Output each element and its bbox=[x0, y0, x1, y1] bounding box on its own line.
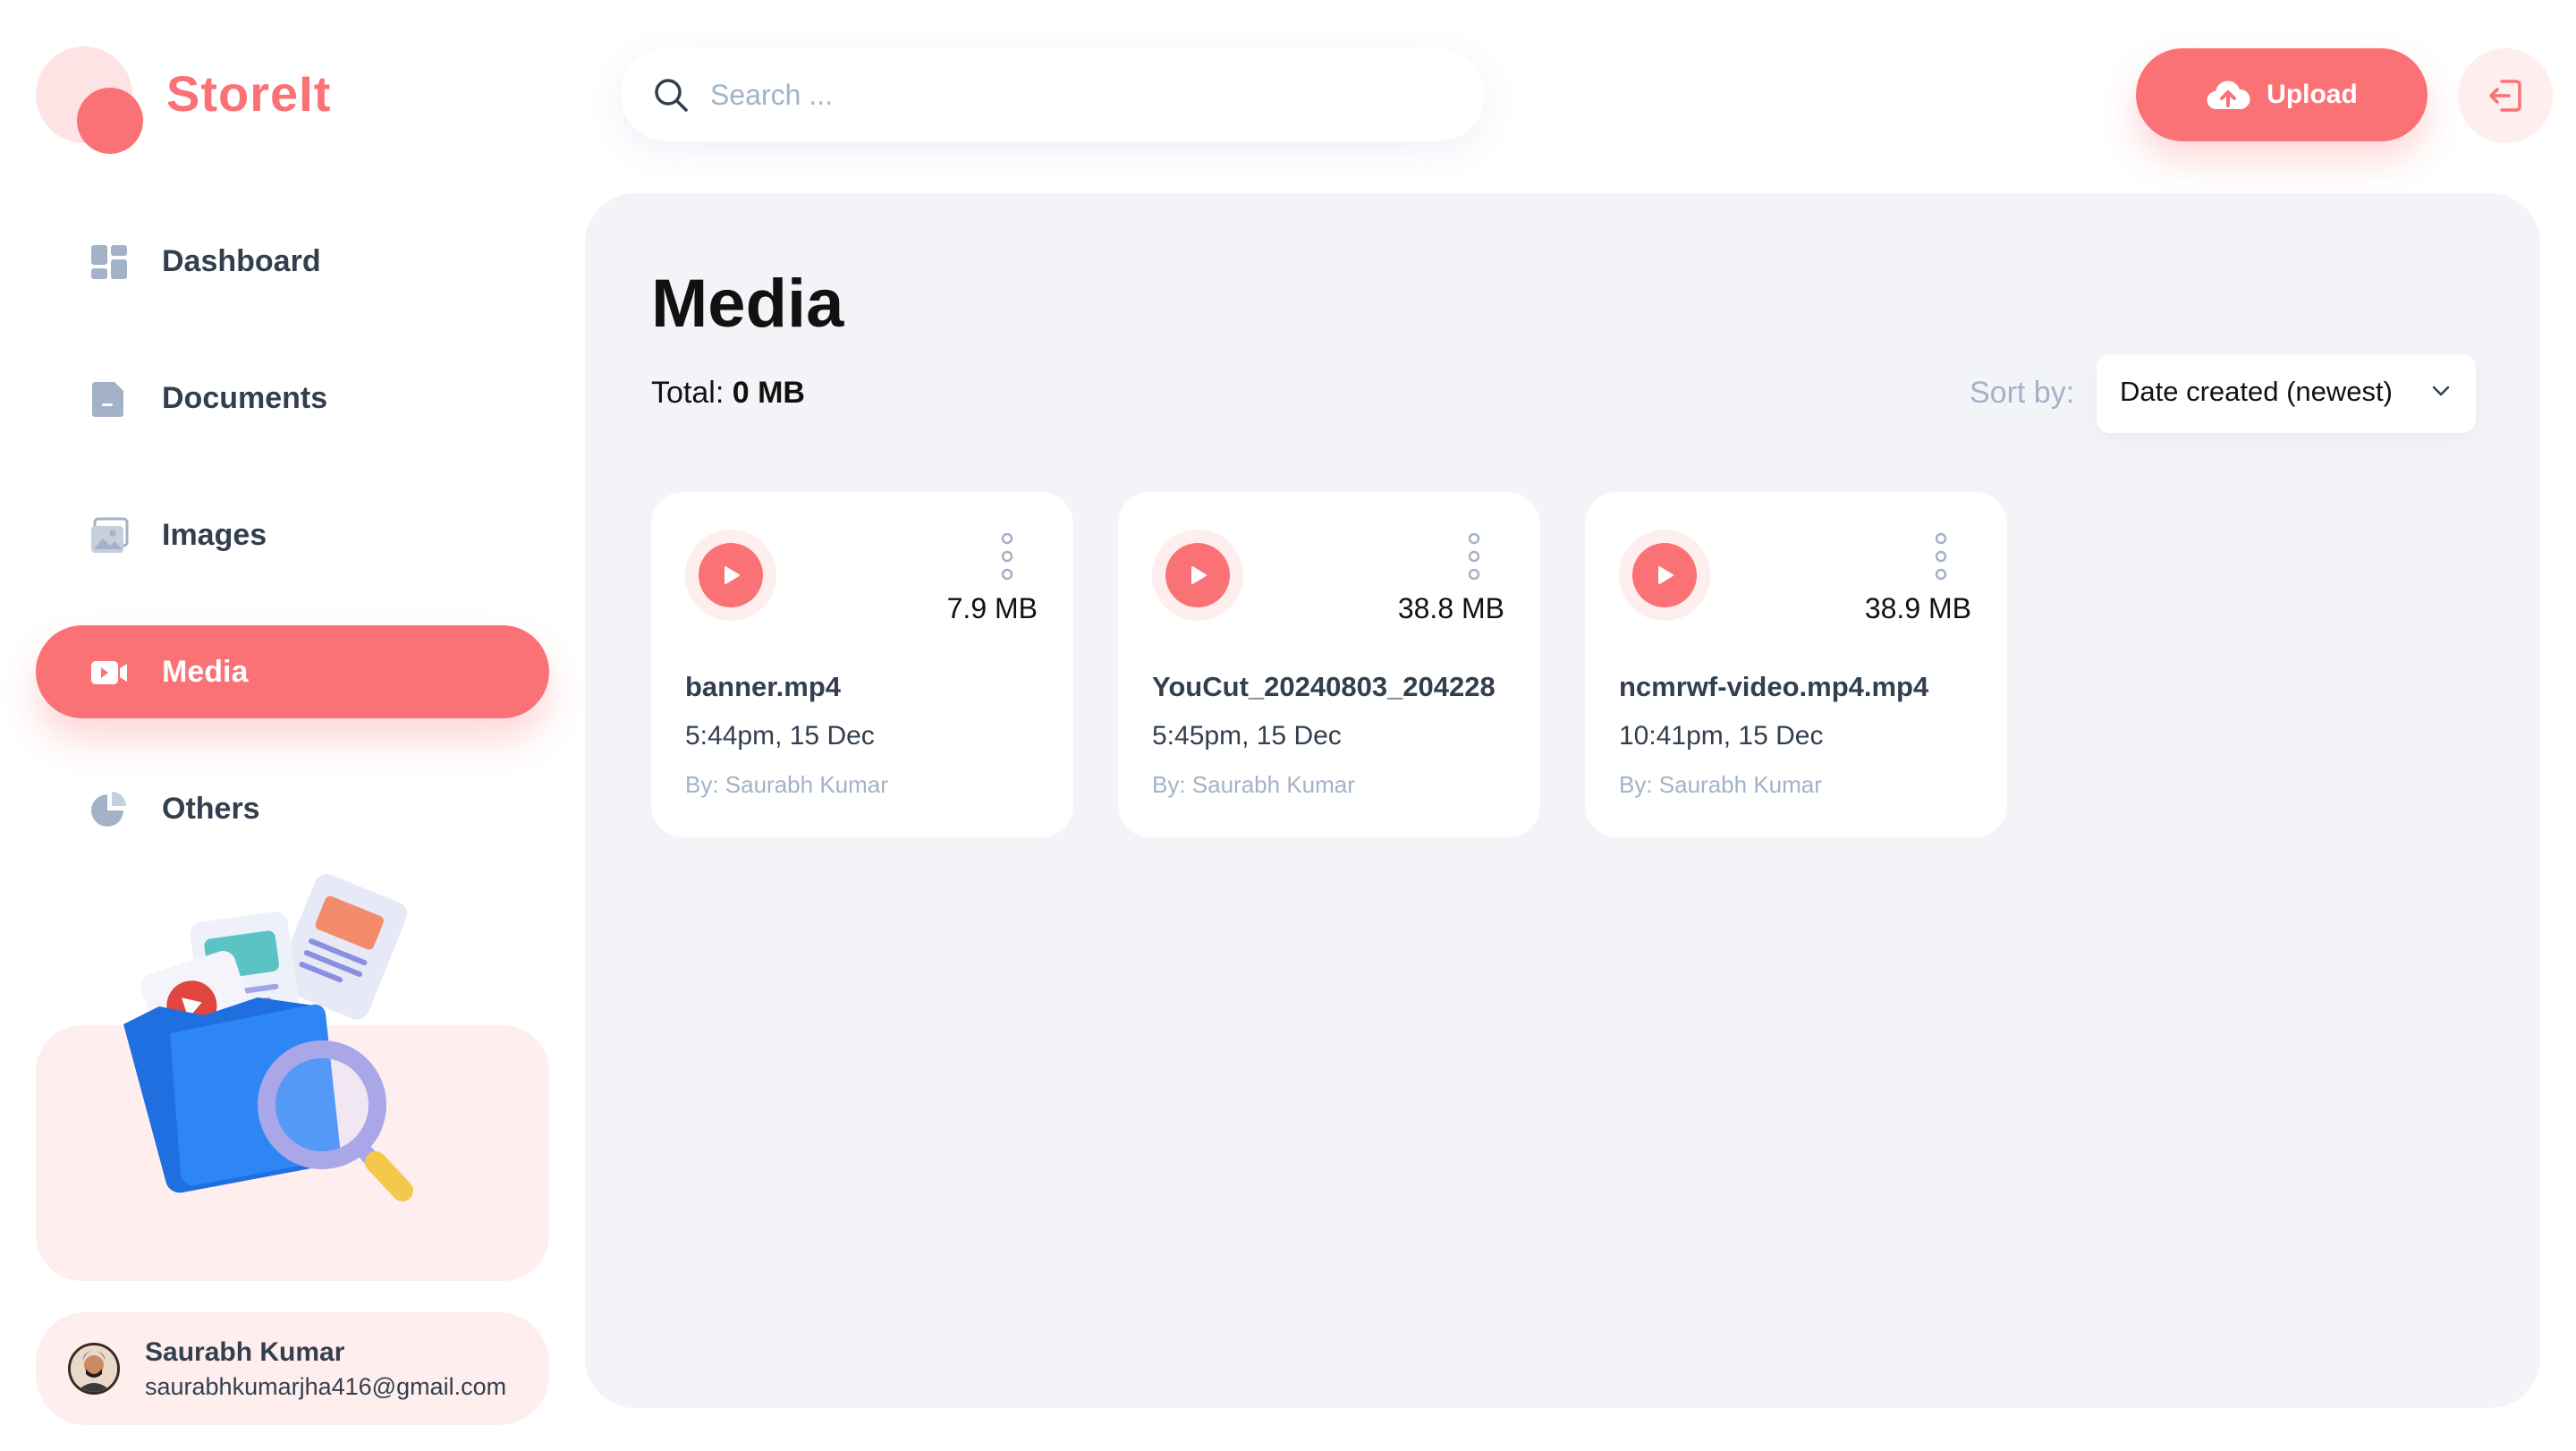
logout-button[interactable] bbox=[2458, 48, 2553, 143]
app-logo[interactable]: StoreIt bbox=[36, 47, 394, 163]
sort-value: Date created (newest) bbox=[2120, 376, 2393, 407]
files-illustration bbox=[123, 874, 413, 1201]
user-email: saurabhkumarjha416@gmail.com bbox=[145, 1373, 507, 1400]
file-card[interactable]: 7.9 MB banner.mp4 5:44pm, 15 Dec By: Sau… bbox=[651, 492, 1073, 837]
media-icon bbox=[91, 661, 127, 684]
file-name: ncmrwf-video.mp4.mp4 bbox=[1619, 671, 1929, 702]
search-icon bbox=[655, 79, 688, 112]
user-name: Saurabh Kumar bbox=[145, 1337, 345, 1367]
avatar-image bbox=[71, 1345, 117, 1392]
sidebar-item-label: Dashboard bbox=[162, 243, 321, 278]
chevron-down-icon bbox=[2432, 386, 2450, 396]
total-label: Total: bbox=[651, 376, 724, 410]
sidebar-item-dashboard[interactable]: Dashboard bbox=[36, 215, 549, 308]
sidebar-item-images[interactable]: Images bbox=[36, 488, 549, 581]
file-card[interactable]: 38.8 MB YouCut_20240803_204228 5:45pm, 1… bbox=[1118, 492, 1540, 837]
sidebar-item-others[interactable]: Others bbox=[36, 762, 549, 855]
file-size: 7.9 MB bbox=[946, 592, 1038, 624]
upload-button[interactable]: Upload bbox=[2136, 48, 2428, 141]
file-name: YouCut_20240803_204228 bbox=[1152, 671, 1496, 702]
file-date: 5:44pm, 15 Dec bbox=[685, 721, 875, 751]
sidebar-item-label: Documents bbox=[162, 380, 328, 415]
page-title: Media bbox=[651, 266, 844, 342]
file-name: banner.mp4 bbox=[685, 671, 841, 702]
avatar bbox=[68, 1343, 120, 1395]
file-thumbnail bbox=[685, 530, 776, 621]
user-card[interactable]: Saurabh Kumar saurabhkumarjha416@gmail.c… bbox=[36, 1312, 549, 1425]
dashboard-icon bbox=[91, 245, 127, 279]
more-options-icon[interactable] bbox=[1465, 531, 1483, 581]
search-input[interactable] bbox=[710, 70, 1444, 120]
play-icon bbox=[1632, 543, 1697, 607]
sidebar-item-label: Images bbox=[162, 517, 267, 552]
documents-icon bbox=[92, 382, 123, 417]
file-size: 38.8 MB bbox=[1397, 592, 1504, 624]
sidebar-item-label: Others bbox=[162, 791, 260, 826]
sidebar-item-media[interactable]: Media bbox=[36, 625, 549, 718]
more-options-icon[interactable] bbox=[998, 531, 1016, 581]
images-icon bbox=[91, 517, 129, 553]
file-date: 10:41pm, 15 Dec bbox=[1619, 721, 1824, 751]
file-owner: By: Saurabh Kumar bbox=[685, 771, 888, 798]
app-name: StoreIt bbox=[166, 65, 332, 122]
file-thumbnail bbox=[1152, 530, 1243, 621]
logo-mark-front bbox=[77, 88, 143, 154]
file-owner: By: Saurabh Kumar bbox=[1619, 771, 1822, 798]
cloud-upload-icon bbox=[2207, 81, 2250, 110]
file-owner: By: Saurabh Kumar bbox=[1152, 771, 1355, 798]
total-value: 0 MB bbox=[732, 376, 805, 410]
file-card[interactable]: 38.9 MB ncmrwf-video.mp4.mp4 10:41pm, 15… bbox=[1585, 492, 2007, 837]
sort-label: Sort by: bbox=[1970, 376, 2075, 410]
play-icon bbox=[1165, 543, 1230, 607]
sort-select[interactable]: Date created (newest) bbox=[2097, 354, 2476, 433]
sidebar-nav: Dashboard Documents Images Media Others bbox=[36, 215, 549, 899]
file-size: 38.9 MB bbox=[1864, 592, 1971, 624]
play-icon bbox=[699, 543, 763, 607]
file-date: 5:45pm, 15 Dec bbox=[1152, 721, 1342, 751]
total-size: Total: 0 MB bbox=[651, 376, 805, 411]
main-content: Media Total: 0 MB Sort by: Date created … bbox=[585, 193, 2540, 1408]
logout-icon bbox=[2489, 80, 2521, 112]
more-options-icon[interactable] bbox=[1932, 531, 1950, 581]
upload-button-label: Upload bbox=[2267, 80, 2358, 109]
others-icon bbox=[91, 792, 126, 827]
file-thumbnail bbox=[1619, 530, 1710, 621]
sidebar-item-label: Media bbox=[162, 654, 249, 689]
search-bar bbox=[621, 48, 1485, 141]
sidebar-item-documents[interactable]: Documents bbox=[36, 352, 549, 445]
